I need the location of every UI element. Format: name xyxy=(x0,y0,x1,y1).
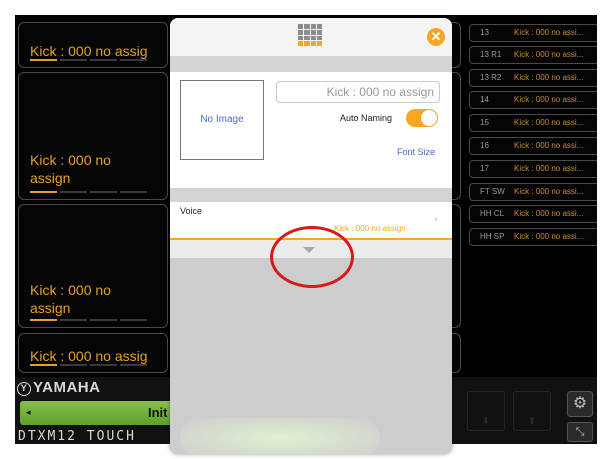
yamaha-logo: Y YAMAHA xyxy=(17,379,100,396)
arrow-down-button[interactable]: ⬇ xyxy=(467,391,505,431)
list-item-number: 17 xyxy=(480,164,489,173)
pad-grid-icon xyxy=(298,24,322,46)
yamaha-tuning-fork-icon: Y xyxy=(17,382,31,396)
list-item[interactable]: HH CL Kick : 000 no assi... xyxy=(469,205,597,223)
list-item-value: Kick : 000 no assi... xyxy=(514,118,584,127)
kit-prev-icon[interactable]: ◂ xyxy=(26,407,31,418)
pad-3-level-bars xyxy=(30,319,147,321)
list-item-value: Kick : 000 no assi... xyxy=(514,73,584,82)
list-item[interactable]: 17 Kick : 000 no assi... xyxy=(469,160,597,178)
list-item-number: 13 R2 xyxy=(480,73,502,82)
list-item-value: Kick : 000 no assi... xyxy=(514,232,584,241)
list-item[interactable]: 13 Kick : 000 no assi... xyxy=(469,24,597,42)
toggle-knob xyxy=(421,110,437,126)
list-item-number: FT SW xyxy=(480,187,505,196)
list-item[interactable]: 13 R2 Kick : 000 no assi... xyxy=(469,69,597,87)
list-item-value: Kick : 000 no assi... xyxy=(514,164,584,173)
dialog-header: ✕ xyxy=(170,18,452,56)
pad-info-card: No Image Kick : 000 no assign Auto Namin… xyxy=(170,72,452,188)
dialog-divider xyxy=(170,56,452,72)
list-item[interactable]: FT SW Kick : 000 no assi... xyxy=(469,183,597,201)
close-icon[interactable]: ✕ xyxy=(427,28,445,46)
list-item-value: Kick : 000 no assi... xyxy=(514,141,584,150)
list-item-value: Kick : 000 no assi... xyxy=(514,95,584,104)
highlight-circle-annotation xyxy=(270,226,354,288)
list-item[interactable]: 15 Kick : 000 no assi... xyxy=(469,114,597,132)
chevron-right-icon: › xyxy=(434,214,438,225)
pad-4-label: Kick : 000 no assig xyxy=(30,348,148,364)
highlight-glow xyxy=(180,418,380,454)
pad-4-level-bars xyxy=(30,364,147,366)
pad-1-level-bars xyxy=(30,59,147,61)
list-item-value: Kick : 000 no assi... xyxy=(514,28,584,37)
arrow-up-icon: ⬆ xyxy=(527,416,537,427)
brand-text: YAMAHA xyxy=(33,379,101,396)
dialog-divider xyxy=(170,188,452,202)
list-item[interactable]: HH SP Kick : 000 no assi... xyxy=(469,228,597,246)
product-name: DTXM12 TOUCH xyxy=(18,429,136,444)
pad-3-label: Kick : 000 no assign xyxy=(30,282,111,316)
settings-button[interactable]: ⚙ xyxy=(567,391,593,417)
pad-3[interactable]: Kick : 000 no assign xyxy=(18,204,168,328)
pad-2-level-bars xyxy=(30,191,147,193)
list-item-number: 13 R1 xyxy=(480,50,502,59)
pad-image-placeholder[interactable]: No Image xyxy=(180,80,264,160)
list-item-number: 15 xyxy=(480,118,489,127)
list-item-value: Kick : 000 no assi... xyxy=(514,209,584,218)
auto-naming-toggle[interactable] xyxy=(406,109,438,127)
list-item-number: 16 xyxy=(480,141,489,150)
voice-value: Kick : 000 no assign xyxy=(334,224,406,233)
gear-icon: ⚙ xyxy=(572,395,588,412)
pad-2[interactable]: Kick : 000 no assign xyxy=(18,72,168,200)
list-item-value: Kick : 000 no assi... xyxy=(514,50,584,59)
pad-name-input[interactable]: Kick : 000 no assign xyxy=(276,81,440,103)
pad-2-label: Kick : 000 no assign xyxy=(30,152,111,186)
list-item-number: HH SP xyxy=(480,232,505,241)
list-item[interactable]: 14 Kick : 000 no assi... xyxy=(469,91,597,109)
auto-naming-label: Auto Naming xyxy=(340,113,393,123)
expand-icon: ⤡ xyxy=(575,426,585,438)
list-item-number: 13 xyxy=(480,28,489,37)
font-size-link[interactable]: Font Size xyxy=(397,147,435,157)
list-item-number: 14 xyxy=(480,95,489,104)
voice-label: Voice xyxy=(180,206,203,216)
pad-4[interactable]: Kick : 000 no assig xyxy=(18,333,168,373)
expand-button[interactable]: ⤡ xyxy=(567,422,593,442)
list-item[interactable]: 16 Kick : 000 no assi... xyxy=(469,137,597,155)
arrow-up-button[interactable]: ⬆ xyxy=(513,391,551,431)
list-item-value: Kick : 000 no assi... xyxy=(514,187,584,196)
arrow-down-icon: ⬇ xyxy=(481,416,491,427)
pad-1[interactable]: Kick : 000 no assig xyxy=(18,22,168,68)
pad-1-label: Kick : 000 no assig xyxy=(30,43,148,59)
list-item[interactable]: 13 R1 Kick : 000 no assi... xyxy=(469,46,597,64)
list-item-number: HH CL xyxy=(480,209,505,218)
